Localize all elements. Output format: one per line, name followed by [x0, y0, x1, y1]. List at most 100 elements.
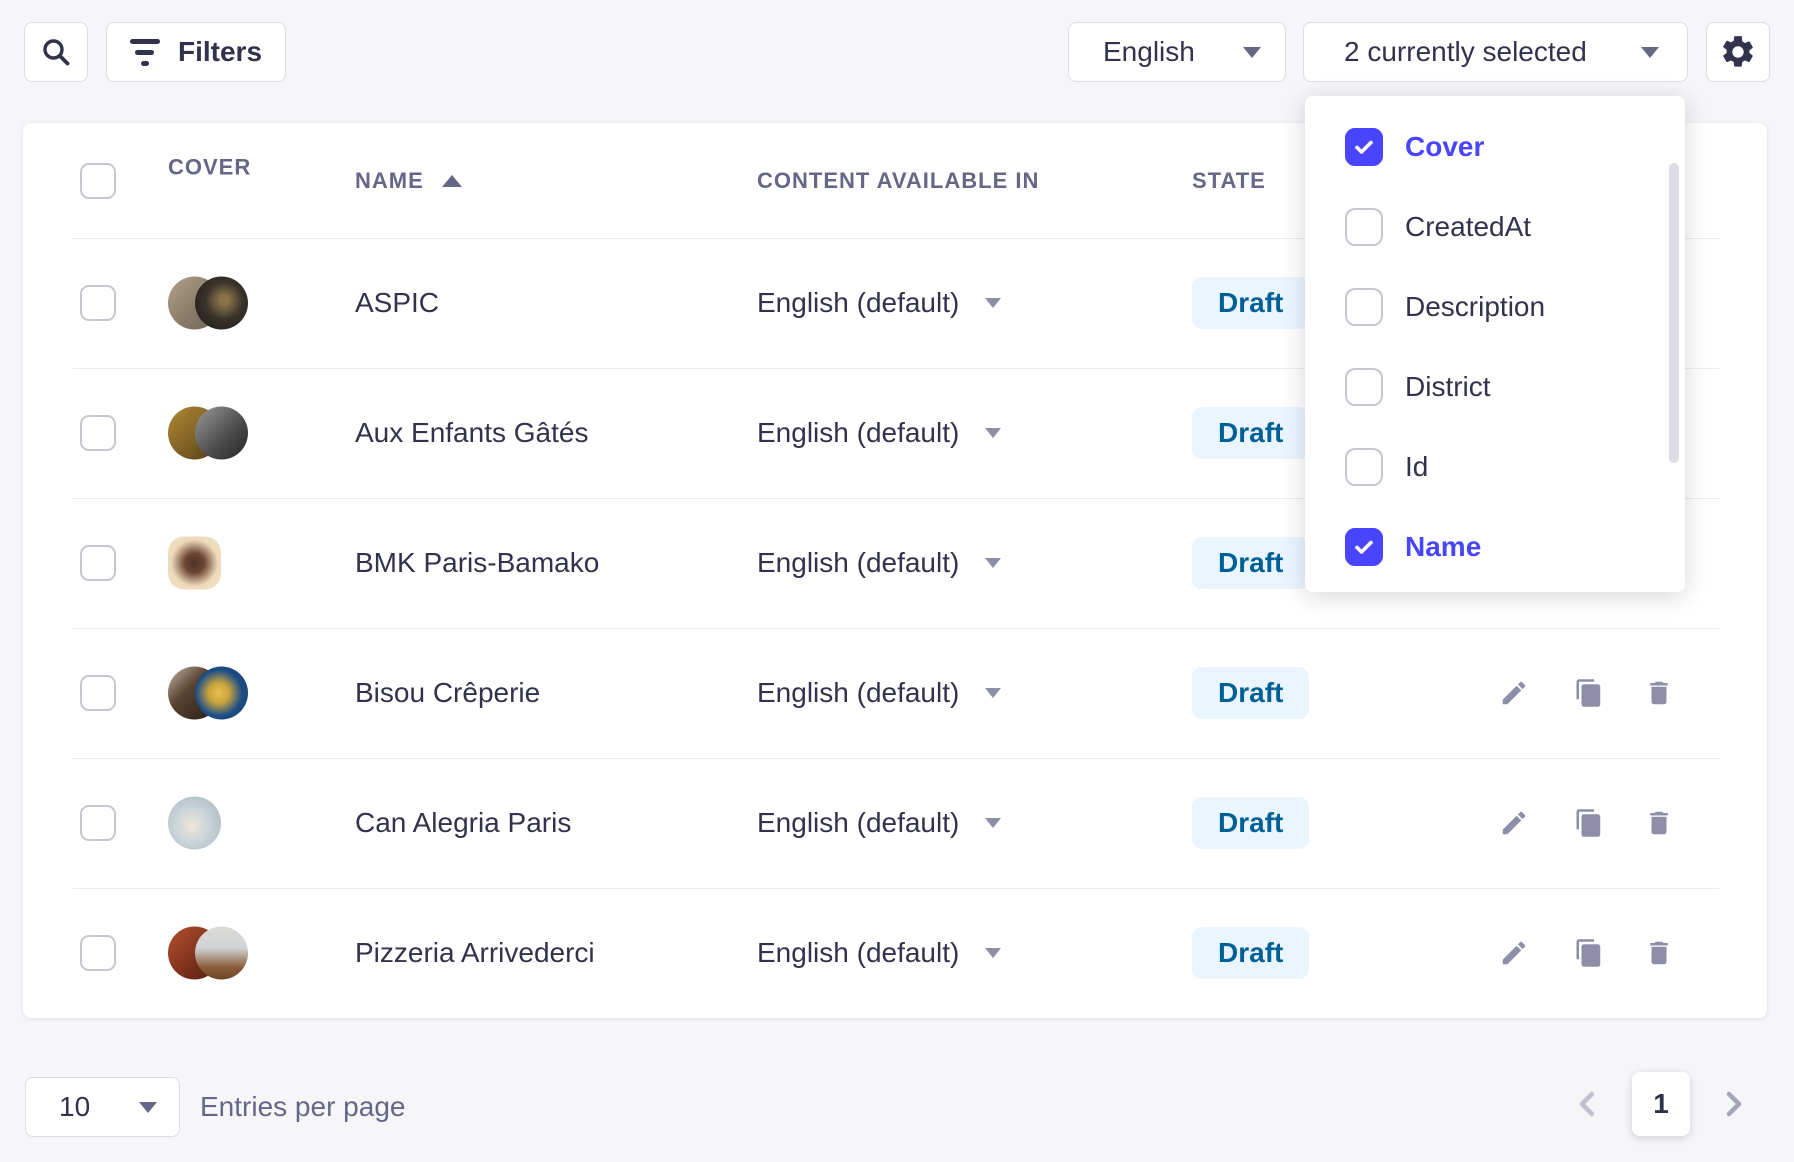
header-content-available-in: CONTENT AVAILABLE IN [757, 168, 1039, 194]
header-state: STATE [1192, 168, 1266, 194]
sort-ascending-icon[interactable] [442, 175, 462, 187]
column-option-label: Name [1405, 531, 1481, 563]
delete-button[interactable] [1644, 808, 1674, 838]
settings-button[interactable] [1706, 22, 1770, 82]
row-name: Pizzeria Arrivederci [355, 937, 595, 969]
gear-icon [1719, 33, 1757, 71]
cover-avatar [195, 277, 248, 330]
filter-icon [130, 39, 160, 66]
column-option-checkbox[interactable] [1345, 208, 1383, 246]
status-badge: Draft [1192, 797, 1309, 849]
column-option[interactable]: Description [1305, 267, 1685, 347]
header-name[interactable]: NAME [355, 168, 424, 194]
table-row[interactable]: Bisou Crêperie English (default) Draft [23, 628, 1767, 758]
row-locale-select[interactable]: English (default) [757, 807, 1001, 839]
entries-per-page-label: Entries per page [200, 1077, 405, 1137]
row-divider [73, 758, 1719, 759]
chevron-down-icon [1641, 47, 1659, 58]
trash-icon [1644, 938, 1674, 968]
column-option[interactable]: District [1305, 347, 1685, 427]
row-locale-select[interactable]: English (default) [757, 937, 1001, 969]
row-locale-select[interactable]: English (default) [757, 677, 1001, 709]
row-checkbox[interactable] [80, 545, 116, 581]
search-icon [40, 36, 72, 68]
column-option[interactable]: Cover [1305, 107, 1685, 187]
locale-select-value: English [1103, 36, 1195, 68]
chevron-down-icon [985, 688, 1001, 698]
state-cell: Draft [1192, 537, 1309, 589]
duplicate-icon [1574, 938, 1604, 968]
page-size-value: 10 [59, 1091, 90, 1123]
row-locale-value: English (default) [757, 677, 959, 709]
check-icon [1352, 135, 1376, 159]
cover-cell [168, 537, 250, 590]
chevron-down-icon [1243, 47, 1261, 58]
column-option-checkbox[interactable] [1345, 288, 1383, 326]
column-option[interactable]: CreatedAt [1305, 187, 1685, 267]
status-badge: Draft [1192, 277, 1309, 329]
cover-cell [168, 407, 250, 460]
row-checkbox[interactable] [80, 675, 116, 711]
column-option-label: District [1405, 371, 1491, 403]
delete-button[interactable] [1644, 938, 1674, 968]
search-button[interactable] [24, 22, 88, 82]
column-option-checkbox[interactable] [1345, 368, 1383, 406]
previous-page-button[interactable] [1572, 1088, 1604, 1120]
row-locale-value: English (default) [757, 937, 959, 969]
duplicate-icon [1574, 678, 1604, 708]
status-badge: Draft [1192, 667, 1309, 719]
delete-button[interactable] [1644, 678, 1674, 708]
column-option-checkbox[interactable] [1345, 528, 1383, 566]
row-checkbox[interactable] [80, 935, 116, 971]
pencil-icon [1499, 938, 1529, 968]
column-option-label: Cover [1405, 131, 1484, 163]
column-option-checkbox[interactable] [1345, 448, 1383, 486]
row-checkbox[interactable] [80, 285, 116, 321]
row-locale-select[interactable]: English (default) [757, 287, 1001, 319]
row-locale-select[interactable]: English (default) [757, 417, 1001, 449]
locale-select[interactable]: English [1068, 22, 1286, 82]
column-option-label: Id [1405, 451, 1428, 483]
filters-button-label: Filters [178, 36, 262, 68]
check-icon [1352, 535, 1376, 559]
row-locale-value: English (default) [757, 807, 959, 839]
column-option-checkbox[interactable] [1345, 128, 1383, 166]
state-cell: Draft [1192, 927, 1309, 979]
duplicate-button[interactable] [1574, 808, 1604, 838]
edit-button[interactable] [1499, 808, 1529, 838]
column-option[interactable]: Id [1305, 427, 1685, 507]
cover-cell [168, 667, 250, 720]
page-size-select[interactable]: 10 [25, 1077, 180, 1137]
state-cell: Draft [1192, 277, 1309, 329]
chevron-down-icon [985, 298, 1001, 308]
edit-button[interactable] [1499, 678, 1529, 708]
table-row[interactable]: Pizzeria Arrivederci English (default) D… [23, 888, 1767, 1018]
row-locale-select[interactable]: English (default) [757, 547, 1001, 579]
row-checkbox[interactable] [80, 805, 116, 841]
table-row[interactable]: Can Alegria Paris English (default) Draf… [23, 758, 1767, 888]
cover-avatar [168, 537, 221, 590]
select-all-checkbox[interactable] [80, 163, 116, 199]
page-1-button[interactable]: 1 [1632, 1072, 1690, 1136]
dropdown-scrollbar[interactable] [1669, 163, 1679, 463]
filters-button[interactable]: Filters [106, 22, 286, 82]
next-page-button[interactable] [1717, 1088, 1749, 1120]
duplicate-button[interactable] [1574, 938, 1604, 968]
chevron-down-icon [985, 818, 1001, 828]
row-locale-value: English (default) [757, 417, 959, 449]
duplicate-button[interactable] [1574, 678, 1604, 708]
row-name: ASPIC [355, 287, 439, 319]
edit-button[interactable] [1499, 938, 1529, 968]
column-visibility-options: Cover CreatedAt Description District [1305, 107, 1685, 587]
cover-cell [168, 927, 250, 980]
row-name: BMK Paris-Bamako [355, 547, 599, 579]
cover-avatar [195, 667, 248, 720]
row-checkbox[interactable] [80, 415, 116, 451]
chevron-down-icon [985, 558, 1001, 568]
column-visibility-select[interactable]: 2 currently selected [1303, 22, 1688, 82]
chevron-down-icon [985, 428, 1001, 438]
cover-avatar [168, 797, 221, 850]
column-option[interactable]: Name [1305, 507, 1685, 587]
state-cell: Draft [1192, 407, 1309, 459]
row-name: Aux Enfants Gâtés [355, 417, 588, 449]
